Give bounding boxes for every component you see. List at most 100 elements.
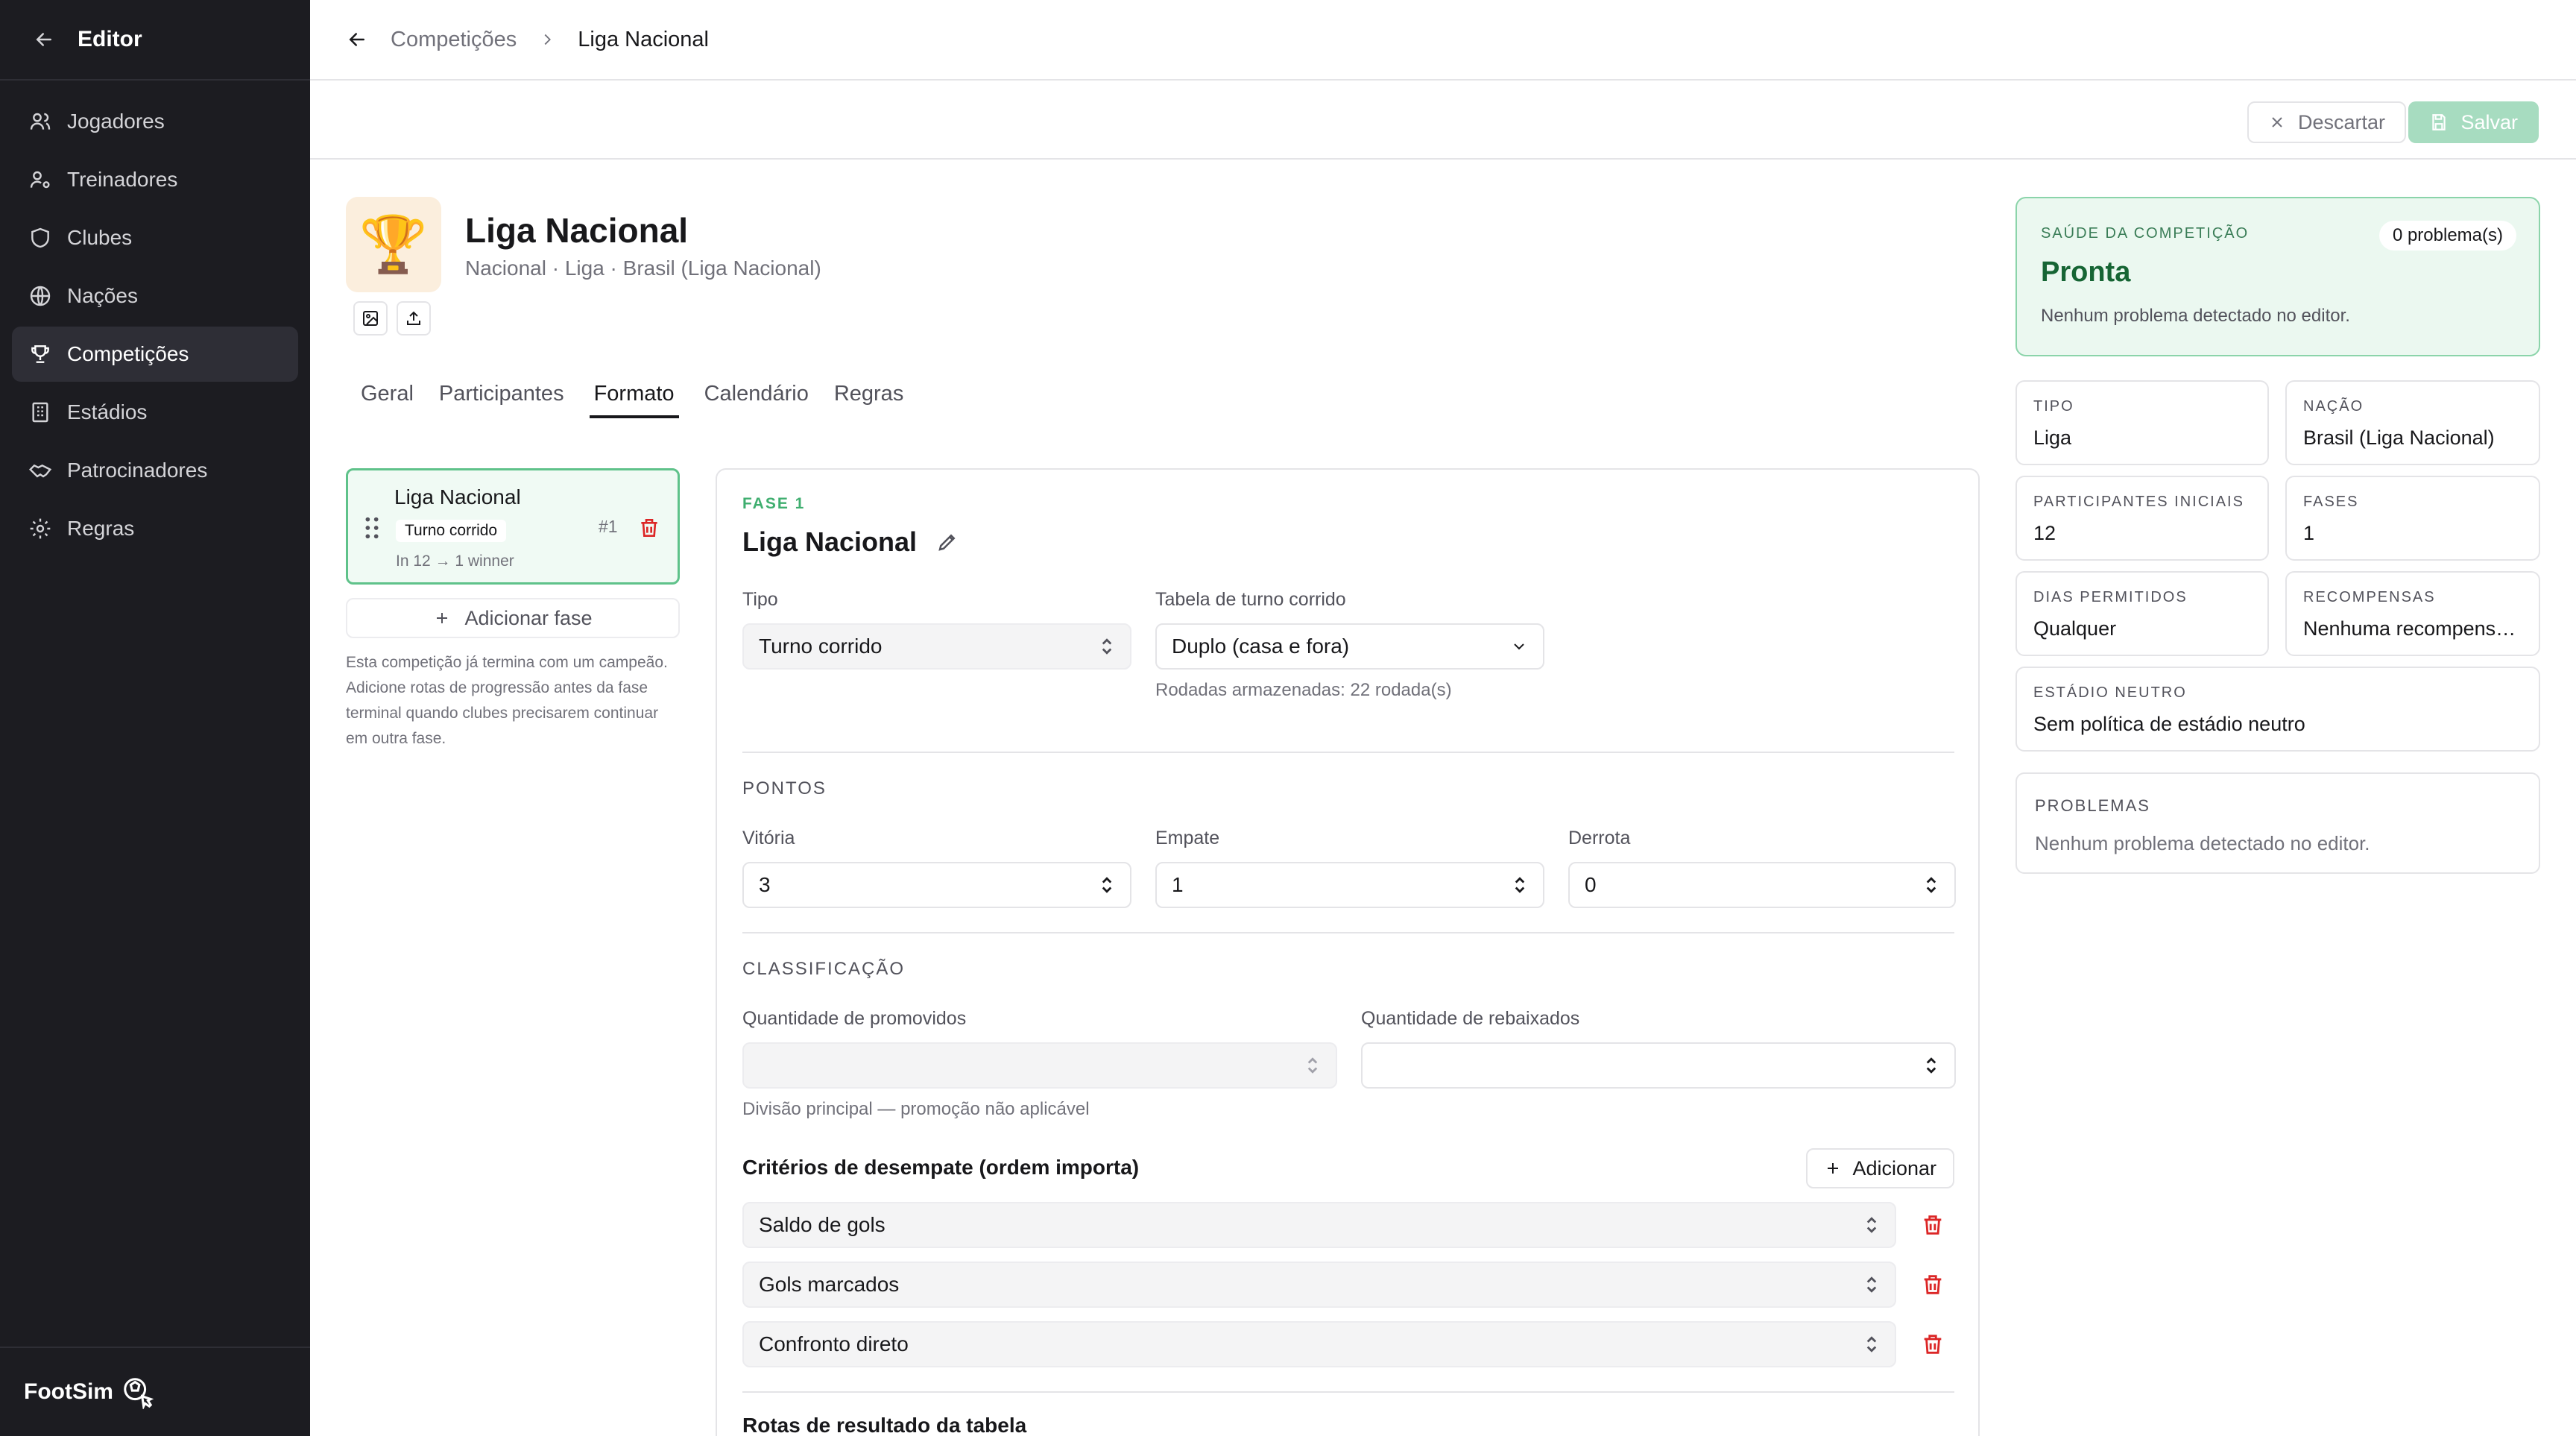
win-label: Vitória [742, 828, 795, 848]
tab-regras[interactable]: Regras [834, 382, 904, 418]
trash-icon[interactable] [1920, 1212, 1945, 1238]
chevron-updown-icon [1102, 638, 1112, 655]
back-arrow-icon[interactable] [33, 28, 55, 51]
close-icon [2272, 117, 2282, 127]
upload-button[interactable] [397, 301, 431, 336]
relegated-stepper[interactable] [1361, 1042, 1956, 1089]
promoted-hint: Divisão principal — promoção não aplicáv… [742, 1099, 1090, 1119]
discard-button[interactable]: Descartar [2247, 101, 2406, 143]
sidebar-item-jogadores[interactable]: Jogadores [12, 94, 298, 149]
add-phase-label: Adicionar fase [464, 606, 593, 629]
action-bar: Descartar Salvar [310, 81, 2576, 160]
classification-section-title: CLASSIFICAÇÃO [742, 959, 906, 979]
save-button[interactable]: Salvar [2408, 101, 2539, 143]
breadcrumb: Competições Liga Nacional [310, 0, 2576, 81]
win-points-stepper[interactable]: 3 [742, 862, 1131, 908]
sidebar-item-regras[interactable]: Regras [12, 501, 298, 556]
add-phase-button[interactable]: Adicionar fase [346, 598, 680, 638]
type-label: Tipo [742, 589, 778, 610]
trophy-emoji: 🏆 [359, 212, 429, 275]
divider [742, 932, 1954, 933]
stat-key: PARTICIPANTES INICIAIS [2033, 494, 2244, 510]
sidebar-item-treinadores[interactable]: Treinadores [12, 152, 298, 207]
tab-formato[interactable]: Formato [589, 382, 679, 418]
health-status: Pronta [2041, 256, 2131, 288]
plus-icon [1828, 1163, 1839, 1174]
loss-label: Derrota [1568, 828, 1631, 848]
add-tiebreak-label: Adicionar [1852, 1156, 1936, 1180]
problems-label: PROBLEMAS [2035, 796, 2150, 815]
drag-handle-icon[interactable] [363, 515, 381, 541]
stat-key: RECOMPENSAS [2303, 589, 2436, 605]
main-content: Competições Liga Nacional Descartar Salv… [310, 0, 2576, 1436]
tiebreak-select[interactable]: Gols marcados [742, 1262, 1896, 1308]
stat-key: ESTÁDIO NEUTRO [2033, 684, 2187, 701]
stat-card-estadio-neutro: ESTÁDIO NEUTRO Sem política de estádio n… [2015, 667, 2540, 752]
tiebreak-title: Critérios de desempate (ordem importa) [742, 1156, 1140, 1179]
add-tiebreak-button[interactable]: Adicionar [1806, 1148, 1954, 1188]
points-section-title: PONTOS [742, 778, 827, 799]
stat-value: Nenhuma recompensa... [2303, 617, 2522, 640]
tiebreak-value: Saldo de gols [759, 1213, 886, 1236]
brand-name: FootSim [24, 1379, 113, 1404]
stat-card-recompensas: RECOMPENSAS Nenhuma recompensa... [2285, 571, 2540, 656]
breadcrumb-parent[interactable]: Competições [391, 28, 517, 52]
phase-type-badge: Turno corrido [396, 520, 507, 542]
sidebar-item-patrocinadores[interactable]: Patrocinadores [12, 443, 298, 498]
phase-name: Liga Nacional [742, 526, 959, 558]
tiebreak-select[interactable]: Saldo de gols [742, 1202, 1896, 1248]
sidebar-item-clubes[interactable]: Clubes [12, 210, 298, 265]
tiebreak-select[interactable]: Confronto direto [742, 1321, 1896, 1367]
tab-geral[interactable]: Geral [361, 382, 414, 418]
phase-label: FASE 1 [742, 495, 806, 512]
sidebar-item-estadios[interactable]: Estádios [12, 385, 298, 440]
handshake-icon [28, 464, 52, 478]
competition-header: 🏆 [346, 197, 441, 336]
image-button[interactable] [353, 301, 388, 336]
draw-points-stepper[interactable]: 1 [1155, 862, 1544, 908]
stat-card-fases: FASES 1 [2285, 476, 2540, 561]
trash-icon[interactable] [637, 515, 661, 541]
table-select[interactable]: Duplo (casa e fora) [1155, 623, 1544, 670]
chevron-updown-icon [1307, 1057, 1318, 1074]
page-subtitle: Nacional · Liga · Brasil (Liga Nacional) [465, 256, 821, 280]
phase-card-meta: In 12 → 1 winner [396, 552, 514, 570]
chevron-right-icon [544, 34, 552, 45]
building-icon [32, 402, 48, 423]
users-icon [30, 113, 51, 130]
discard-label: Descartar [2297, 110, 2385, 133]
loss-points-stepper[interactable]: 0 [1568, 862, 1956, 908]
image-icon [363, 311, 378, 326]
problems-card: PROBLEMAS Nenhum problema detectado no e… [2015, 772, 2540, 874]
chevron-updown-icon [1926, 1057, 1936, 1074]
trash-icon[interactable] [1920, 1272, 1945, 1297]
stat-card-tipo: TIPO Liga [2015, 380, 2269, 465]
promoted-label: Quantidade de promovidos [742, 1008, 967, 1029]
phase-card[interactable]: Liga Nacional Turno corrido In 12 → 1 wi… [346, 468, 680, 585]
draw-value: 1 [1172, 873, 1184, 896]
sidebar-title: Editor [78, 27, 142, 51]
save-label: Salvar [2460, 110, 2518, 133]
type-value: Turno corrido [759, 634, 883, 658]
stat-value: Liga [2033, 426, 2072, 449]
phase-form: FASE 1 Liga Nacional Tipo Turno corrido … [716, 468, 1980, 1436]
shield-icon [31, 227, 49, 248]
sidebar-item-nacoes[interactable]: Nações [12, 268, 298, 324]
sidebar-item-competicoes[interactable]: Competições [12, 327, 298, 382]
stat-value: Brasil (Liga Nacional) [2303, 426, 2495, 449]
trash-icon[interactable] [1920, 1332, 1945, 1357]
pencil-icon[interactable] [936, 531, 959, 553]
health-card: SAÚDE DA COMPETIÇÃO 0 problema(s) Pronta… [2015, 197, 2540, 356]
sidebar-item-label: Jogadores [67, 110, 165, 133]
divider [742, 752, 1954, 753]
back-arrow-icon[interactable] [346, 28, 368, 51]
routes-title: Rotas de resultado da tabela [742, 1414, 1027, 1436]
tab-calendario[interactable]: Calendário [704, 382, 809, 418]
draw-label: Empate [1155, 828, 1220, 848]
chevron-updown-icon [1866, 1276, 1877, 1293]
win-value: 3 [759, 873, 771, 896]
health-description: Nenhum problema detectado no editor. [2041, 306, 2350, 326]
phase-card-title: Liga Nacional [394, 485, 521, 508]
tab-participantes[interactable]: Participantes [439, 382, 564, 418]
type-select[interactable]: Turno corrido [742, 623, 1131, 670]
